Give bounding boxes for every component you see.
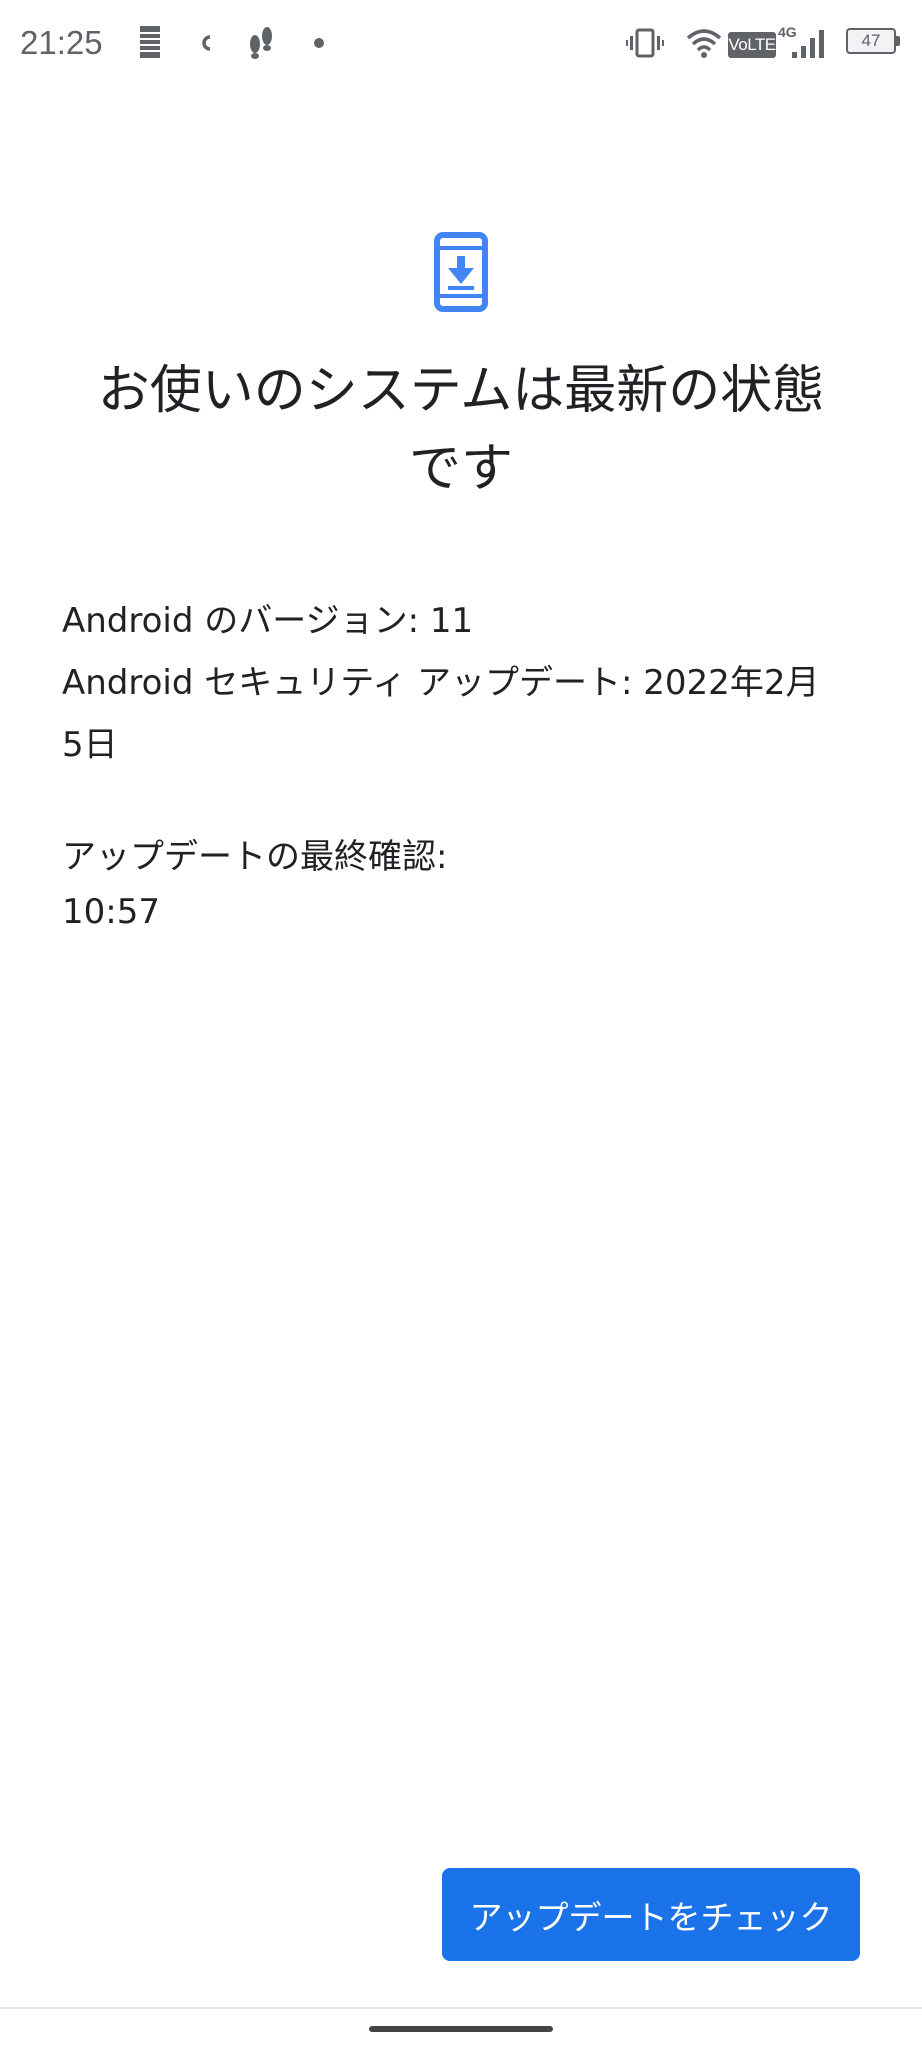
page-title: お使いのシステムは最新の状態 です	[40, 352, 882, 508]
volte-icon: VoLTE	[728, 32, 776, 58]
nav-divider	[0, 2007, 922, 2009]
volte-label: VoLTE	[728, 35, 776, 54]
c-icon	[202, 35, 211, 51]
status-bar: 21:25 VoLTE 4G 47	[0, 0, 922, 90]
page-title-line1: お使いのシステムは最新の状態	[97, 361, 825, 421]
check-update-button[interactable]: アップデートをチェック	[442, 1868, 860, 1961]
last-check-time: 10:57	[62, 892, 160, 932]
last-check-label: アップデートの最終確認:	[62, 837, 448, 877]
phone-download-icon	[434, 232, 488, 312]
last-check: アップデートの最終確認: 10:57	[62, 830, 862, 940]
battery-level: 47	[861, 31, 881, 50]
vibrate-icon	[626, 28, 664, 58]
footprints-icon	[250, 27, 272, 59]
battery-icon: 47	[846, 28, 896, 54]
signal-icon	[792, 30, 824, 58]
android-version: Android のバージョン: 11	[62, 601, 474, 641]
dot-icon	[314, 38, 324, 48]
gesture-handle[interactable]	[369, 2026, 553, 2032]
notification-bars-icon	[140, 26, 160, 58]
security-update-line2: 5日	[62, 725, 118, 765]
battery-tip	[896, 36, 900, 46]
security-update-line1: Android セキュリティ アップデート: 2022年2月	[62, 663, 820, 703]
security-update: Android セキュリティ アップデート: 2022年2月 5日	[62, 652, 862, 776]
wifi-icon	[686, 29, 722, 58]
status-time: 21:25	[20, 24, 103, 61]
page-title-line2: です	[408, 439, 513, 499]
